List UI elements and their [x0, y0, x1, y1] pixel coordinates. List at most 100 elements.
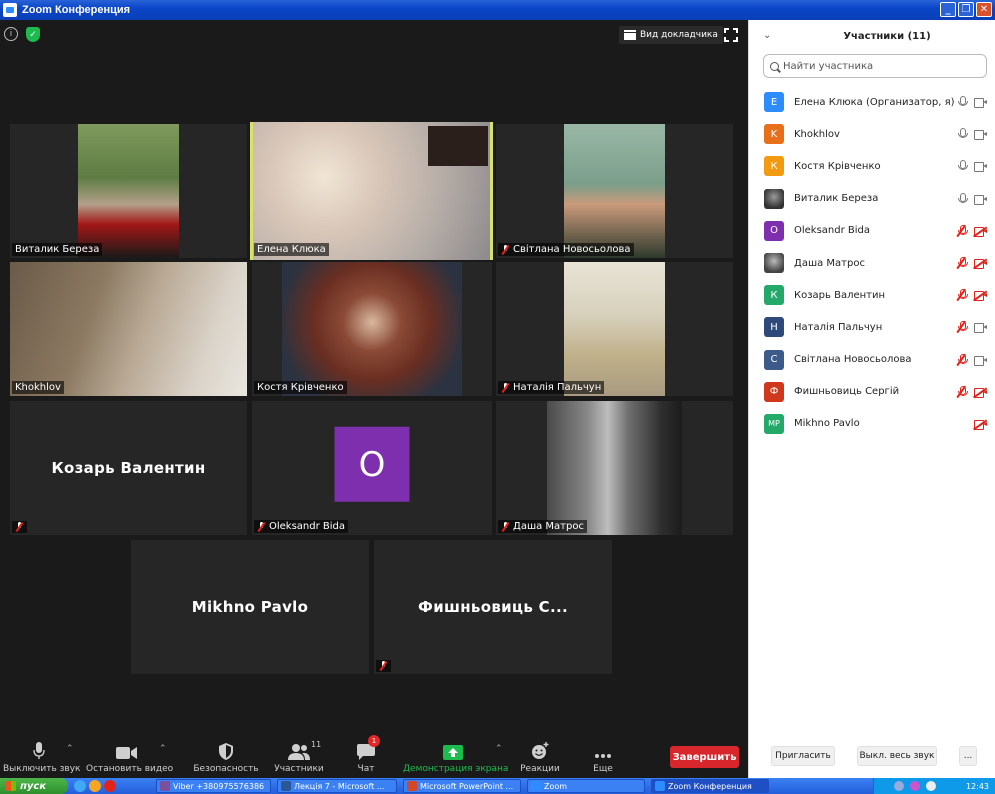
- start-button[interactable]: пуск: [0, 778, 68, 794]
- taskbar-item-viber[interactable]: Viber +380975576386: [156, 779, 271, 793]
- taskbar-item-zoom-meeting[interactable]: Zoom Конференция: [651, 779, 769, 793]
- stop-video-button[interactable]: Остановить видео: [86, 740, 173, 774]
- taskbar-item-word[interactable]: Лекція 7 - Microsoft ...: [277, 779, 397, 793]
- microphone-icon[interactable]: [957, 192, 968, 205]
- chat-button[interactable]: 1 Чат: [350, 735, 382, 774]
- video-tile[interactable]: Даша Матрос: [496, 401, 733, 535]
- microphone-icon: [3, 740, 75, 760]
- panel-more-button[interactable]: ...: [959, 746, 977, 766]
- opera-icon[interactable]: [104, 780, 116, 792]
- chat-unread-badge: 1: [368, 735, 380, 747]
- participant-search[interactable]: [763, 54, 987, 78]
- video-tile[interactable]: Khokhlov: [10, 262, 247, 396]
- microphone-icon[interactable]: [957, 160, 968, 172]
- participant-row[interactable]: K Khokhlov: [749, 118, 995, 150]
- audio-options-chevron-icon[interactable]: ⌃: [66, 744, 74, 754]
- mute-all-button[interactable]: Выкл. весь звук: [857, 746, 937, 766]
- browser-icon[interactable]: [74, 780, 86, 792]
- participant-video: [282, 262, 462, 396]
- participant-video: [564, 124, 665, 258]
- participant-row[interactable]: К Костя Крівченко: [749, 150, 995, 182]
- window-title: Zoom Конференция: [22, 4, 131, 16]
- participant-avatar-photo: [764, 253, 784, 274]
- participant-row[interactable]: К Козарь Валентин: [749, 279, 995, 311]
- speaker-view-label: Вид докладчика: [640, 30, 718, 40]
- participant-name-tag: Елена Клюка: [254, 243, 329, 256]
- participant-row[interactable]: MP Mikhno Pavlo: [749, 408, 995, 440]
- muted-mic-icon: [501, 521, 510, 532]
- participant-row[interactable]: Е Елена Клюка (Организатор, я): [749, 86, 995, 118]
- participant-list: Е Елена Клюка (Организатор, я) K Khokhlo…: [749, 86, 995, 440]
- viber-icon: [160, 781, 170, 791]
- muted-mic-icon: [15, 522, 24, 532]
- participant-name-tag: Даша Матрос: [498, 520, 587, 533]
- invite-button[interactable]: Пригласить: [771, 746, 835, 766]
- participant-name: Елена Клюка (Организатор, я): [794, 96, 955, 108]
- microphone-icon[interactable]: [957, 128, 968, 140]
- fullscreen-icon[interactable]: [724, 28, 738, 42]
- taskbar-item-zoom[interactable]: Zoom: [527, 779, 645, 793]
- share-screen-icon: [403, 740, 503, 760]
- restore-button[interactable]: ❐: [958, 2, 974, 17]
- participant-name: Khokhlov: [794, 128, 840, 140]
- more-button[interactable]: Еще: [588, 740, 618, 774]
- mute-button[interactable]: Выключить звук: [3, 740, 80, 774]
- video-tile[interactable]: Костя Крівченко: [252, 262, 492, 396]
- participant-display-name: Козарь Валентин: [51, 459, 206, 477]
- participant-name-tag: Khokhlov: [12, 381, 64, 394]
- more-dots-icon: [588, 740, 618, 760]
- video-tile[interactable]: Світлана Новосьолова: [496, 124, 733, 258]
- video-tile[interactable]: Козарь Валентин: [10, 401, 247, 535]
- participant-name: Світлана Новосьолова: [794, 354, 912, 366]
- share-options-chevron-icon[interactable]: ⌃: [495, 744, 503, 754]
- camera-icon[interactable]: [974, 98, 987, 108]
- end-meeting-button[interactable]: Завершить: [670, 746, 739, 768]
- video-tile[interactable]: Фишньовиць С...: [374, 540, 612, 674]
- participant-name-tag: [12, 521, 27, 533]
- meeting-toolbar: Выключить звук ⌃ Остановить видео ⌃ Безо…: [0, 735, 748, 778]
- meeting-info-icon[interactable]: i: [4, 27, 18, 41]
- camera-icon[interactable]: [974, 162, 987, 173]
- tray-icon[interactable]: [910, 781, 920, 791]
- participants-button[interactable]: 11 Участники: [274, 740, 324, 774]
- video-tile-active-speaker[interactable]: Елена Клюка: [250, 122, 493, 260]
- panel-footer: Пригласить Выкл. весь звук ...: [749, 746, 995, 770]
- camera-icon[interactable]: [974, 194, 987, 205]
- close-button[interactable]: ✕: [976, 2, 992, 17]
- participant-name: Oleksandr Bida: [794, 225, 871, 237]
- participant-row[interactable]: Виталик Береза: [749, 183, 995, 215]
- encryption-shield-icon[interactable]: ✓: [26, 27, 40, 42]
- video-tile[interactable]: Наталія Пальчун: [496, 262, 733, 396]
- taskbar-item-powerpoint[interactable]: Microsoft PowerPoint ...: [403, 779, 521, 793]
- volume-icon[interactable]: [926, 781, 936, 791]
- camera-icon[interactable]: [974, 323, 987, 334]
- muted-mic-icon: [379, 661, 388, 671]
- participant-row[interactable]: С Світлана Новосьолова: [749, 344, 995, 376]
- participant-search-input[interactable]: [783, 60, 973, 72]
- video-tile[interactable]: Виталик Береза: [10, 124, 247, 258]
- camera-icon[interactable]: [974, 355, 987, 366]
- speaker-view-button[interactable]: Вид докладчика: [619, 26, 723, 44]
- participant-avatar: O: [334, 426, 410, 502]
- tray-icon[interactable]: [894, 781, 904, 791]
- video-options-chevron-icon[interactable]: ⌃: [159, 744, 167, 754]
- camera-icon[interactable]: [974, 130, 987, 141]
- participants-panel: ⌄ Участники (11) Е Елена Клюка (Организа…: [748, 20, 995, 778]
- participant-avatar: K: [764, 124, 784, 145]
- participant-row[interactable]: Ф Фишньовиць Сергiй: [749, 376, 995, 408]
- microphone-icon[interactable]: [957, 96, 968, 108]
- participant-row[interactable]: Даша Матрос: [749, 247, 995, 279]
- video-tile[interactable]: Mikhno Pavlo: [131, 540, 369, 674]
- participant-name-tag: Костя Крівченко: [254, 381, 347, 394]
- security-button[interactable]: Безопасность: [193, 740, 259, 774]
- firefox-icon[interactable]: [89, 780, 101, 792]
- participant-avatar: С: [764, 349, 784, 370]
- participant-row[interactable]: Н Наталія Пальчун: [749, 311, 995, 343]
- reactions-button[interactable]: Реакции: [518, 740, 562, 774]
- participants-count: 11: [311, 740, 322, 749]
- participant-row[interactable]: O Oleksandr Bida: [749, 215, 995, 247]
- share-screen-button[interactable]: Демонстрация экрана: [403, 740, 508, 774]
- participant-name: Виталик Береза: [794, 193, 879, 205]
- minimize-button[interactable]: _: [940, 2, 956, 17]
- video-tile[interactable]: O Oleksandr Bida: [252, 401, 492, 535]
